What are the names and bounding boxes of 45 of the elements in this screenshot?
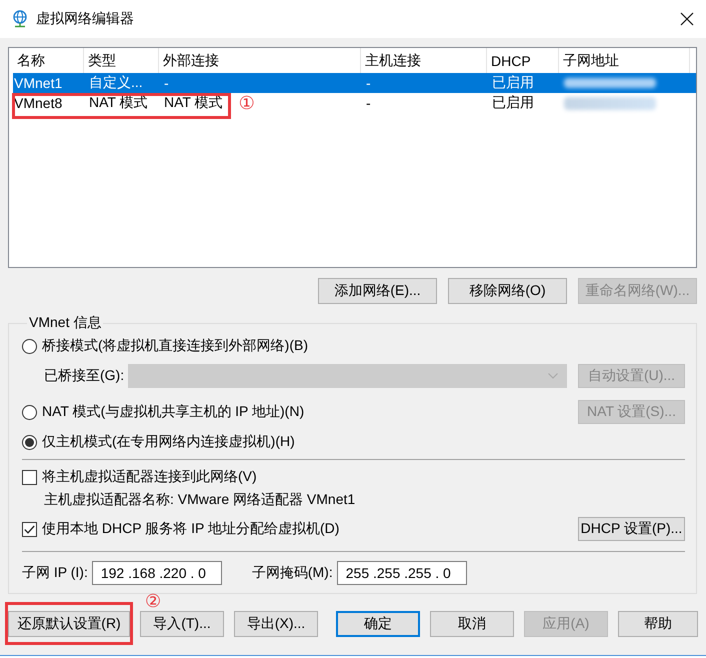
table-cell: NAT 模式 xyxy=(164,94,223,112)
table-cell: - xyxy=(164,75,169,91)
window-title: 虚拟网络编辑器 xyxy=(36,10,134,28)
table-cell: 已启用 xyxy=(492,74,534,92)
table-cell: VMnet1 xyxy=(14,75,62,91)
table-cell: - xyxy=(366,95,371,111)
network-button[interactable]: 添加网络(E)... xyxy=(318,278,437,304)
radio-label[interactable]: 桥接模式(将虚拟机直接连接到外部网络)(B) xyxy=(42,337,308,355)
check-icon xyxy=(24,524,35,534)
checkbox-label[interactable]: 使用本地 DHCP 服务将 IP 地址分配给虚拟机(D) xyxy=(42,520,340,538)
field-label: 子网掩码(M): xyxy=(252,564,333,582)
network-button[interactable]: 移除网络(O) xyxy=(448,278,567,304)
radio-label[interactable]: NAT 模式(与虚拟机共享主机的 IP 地址)(N) xyxy=(42,403,304,421)
dialog-button[interactable]: 取消 xyxy=(430,611,514,637)
radio-button[interactable] xyxy=(22,434,37,450)
dialog-button[interactable]: 导入(T)... xyxy=(140,611,224,637)
table-cell: 已启用 xyxy=(492,94,534,112)
dialog-button[interactable]: 帮助 xyxy=(618,611,698,637)
radio-label[interactable]: 仅主机模式(在专用网络内连接虚拟机)(H) xyxy=(42,433,295,451)
globe-network-icon xyxy=(11,10,29,28)
radio-button[interactable] xyxy=(22,404,37,420)
table-cell: NAT 模式 xyxy=(89,94,148,112)
group-title: VMnet 信息 xyxy=(28,314,102,332)
subnet-mask-field[interactable]: 255 .255 .255 . 0 xyxy=(336,561,467,585)
table-cell: - xyxy=(366,75,371,91)
checkbox[interactable] xyxy=(22,470,37,484)
field-label: 子网 IP (I): xyxy=(22,564,88,582)
dialog-button[interactable]: 导出(X)... xyxy=(234,611,318,637)
table-row[interactable]: VMnet1 自定义... - - 已启用 xyxy=(13,73,696,93)
close-icon[interactable] xyxy=(680,12,694,26)
chevron-down-icon xyxy=(548,373,558,379)
field-label: 已桥接至(G): xyxy=(44,367,124,385)
dhcp-settings-button[interactable]: DHCP 设置(P)... xyxy=(578,517,685,541)
checkbox[interactable] xyxy=(22,522,37,536)
annotation-number: ② xyxy=(145,591,162,611)
table-cell: 自定义... xyxy=(89,74,143,92)
table-cell: VMnet8 xyxy=(14,95,62,111)
annotation-number: ① xyxy=(238,93,255,113)
adapter-name-text: 主机虚拟适配器名称: VMware 网络适配器 VMnet1 xyxy=(44,491,356,509)
dialog-button[interactable]: 确定 xyxy=(336,611,420,637)
subnet-ip-field[interactable]: 192 .168 .220 . 0 xyxy=(92,561,222,585)
checkbox-label[interactable]: 将主机虚拟适配器连接到此网络(V) xyxy=(42,468,257,486)
table-row[interactable]: VMnet8 NAT 模式 NAT 模式 ① - 已启用 xyxy=(13,93,696,113)
dialog-button[interactable]: 还原默认设置(R) xyxy=(8,611,130,637)
radio-button[interactable] xyxy=(22,338,37,354)
